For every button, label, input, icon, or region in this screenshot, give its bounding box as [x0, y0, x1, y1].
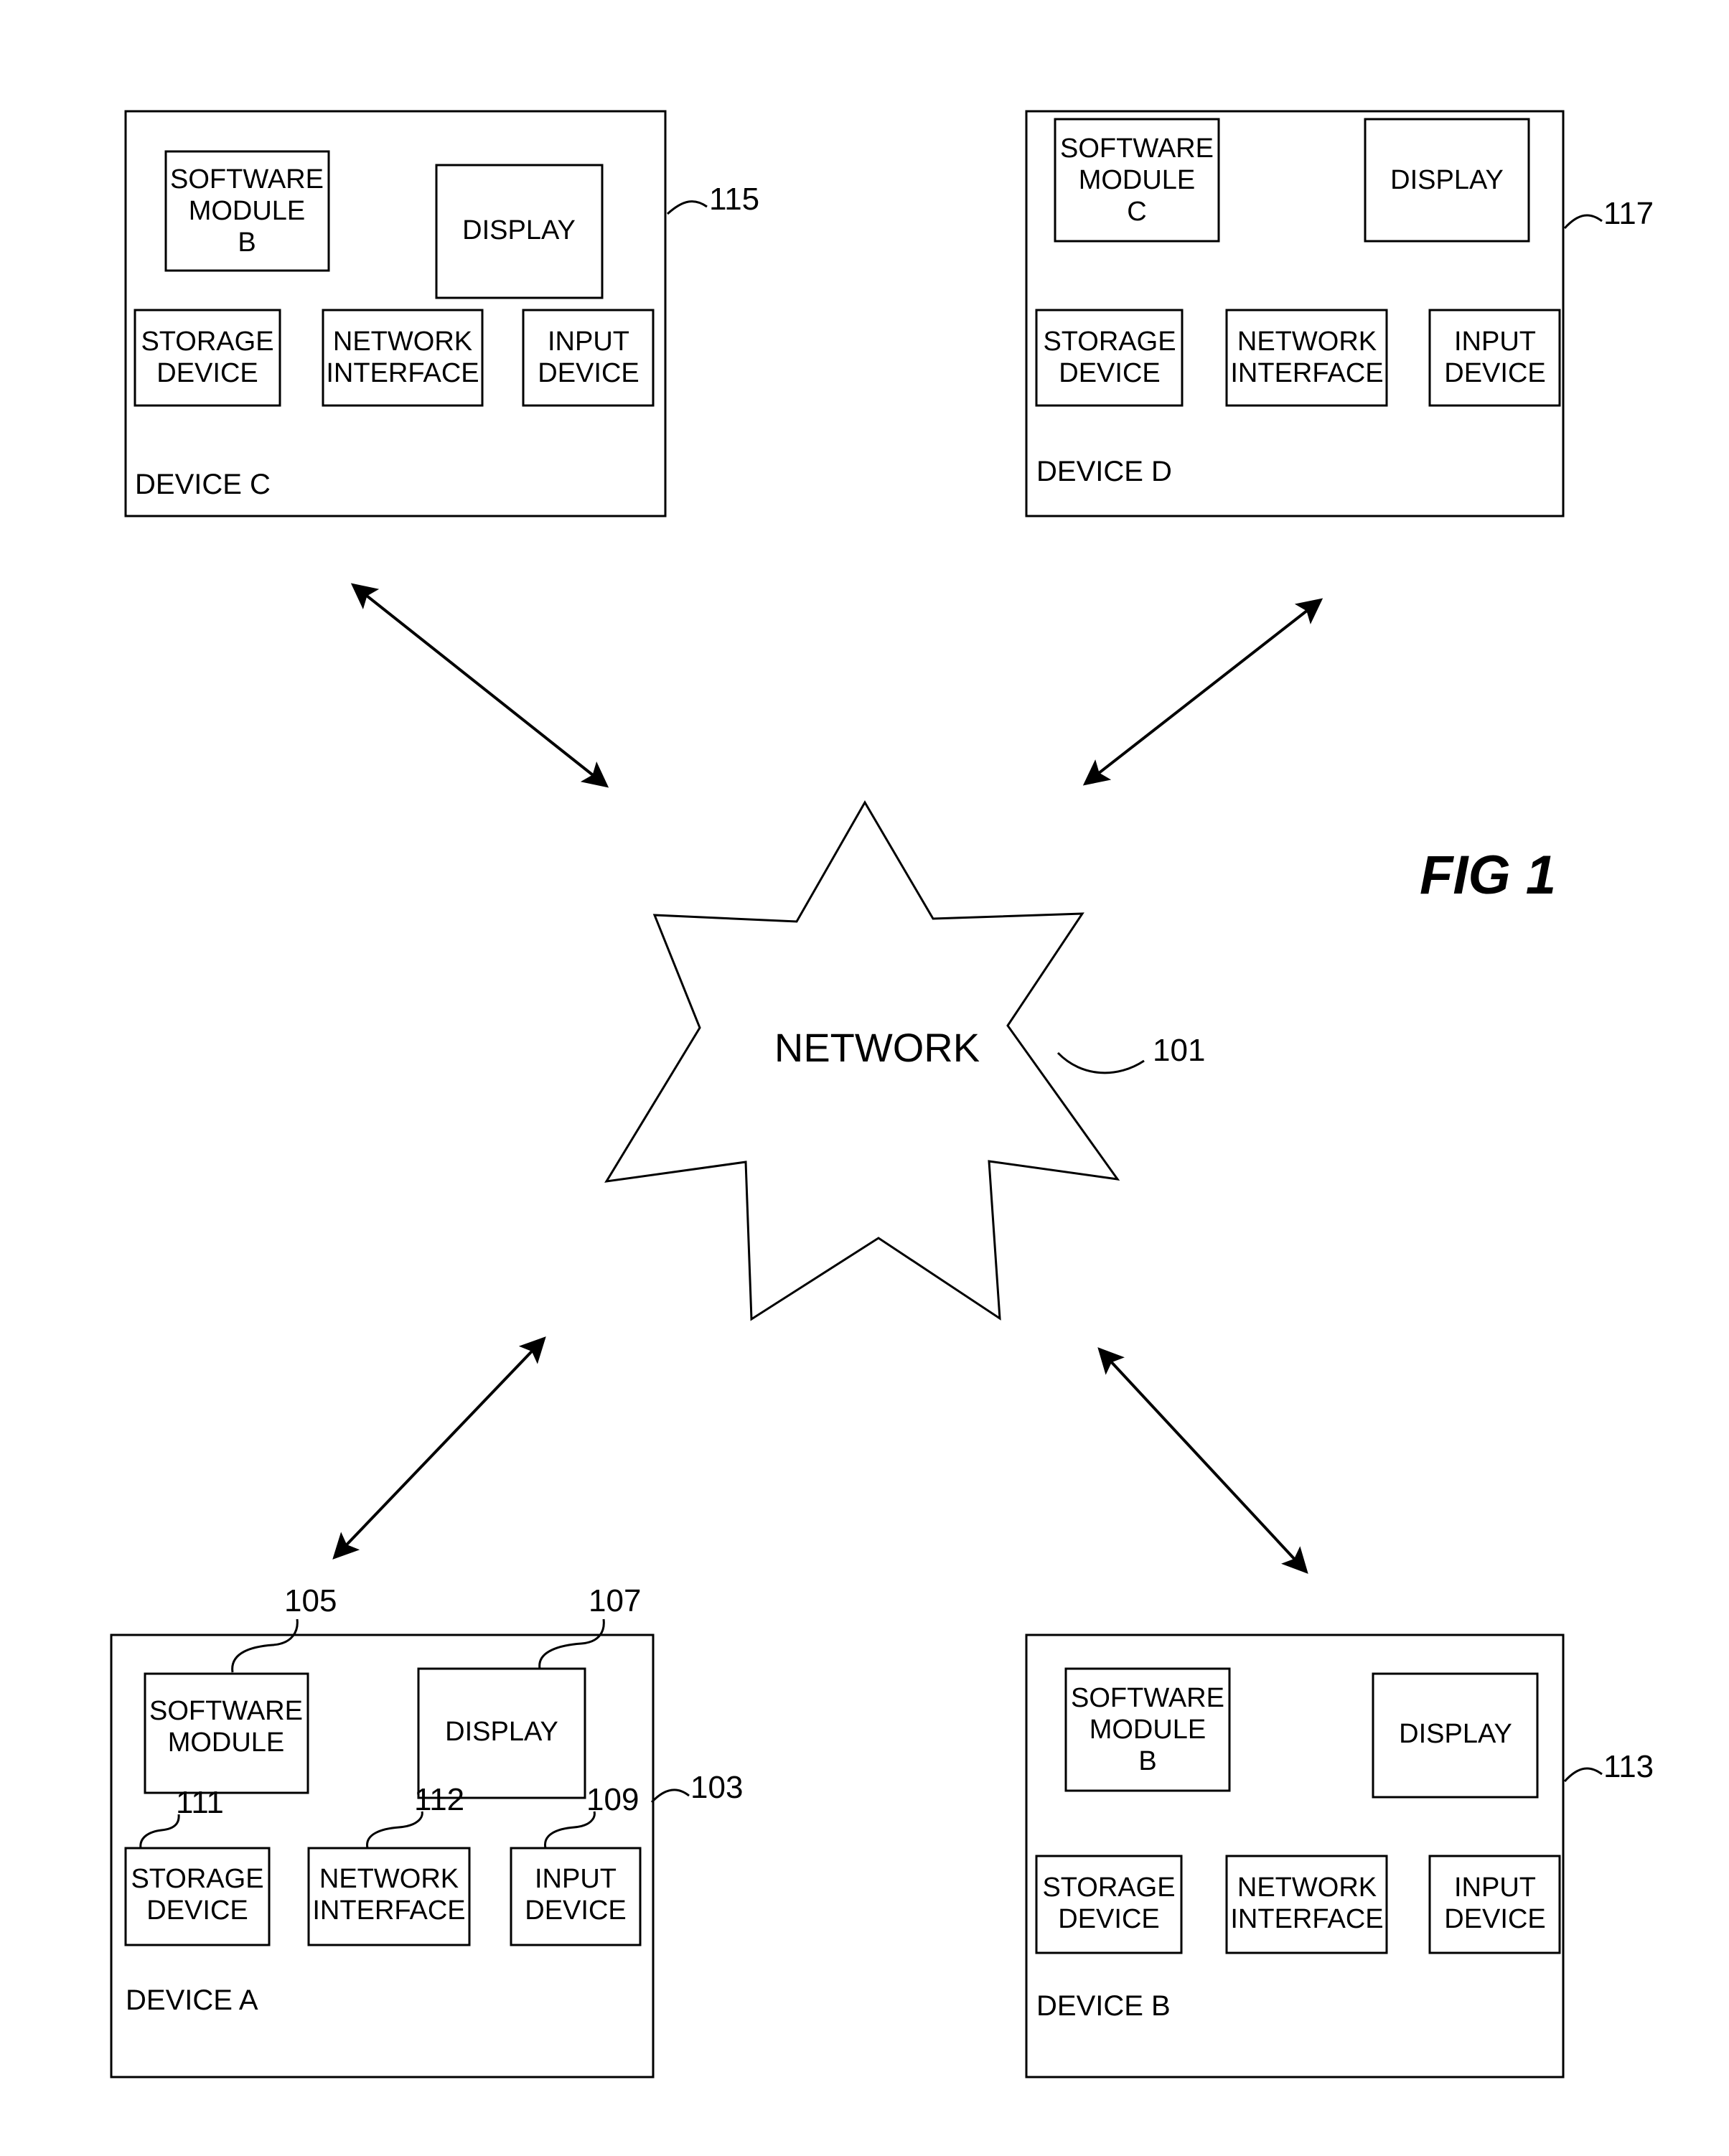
connection-network-device-a — [332, 1336, 546, 1560]
device-b-display-label: DISPLAY — [1399, 1719, 1512, 1749]
device-b-input-device-label-line2: DEVICE — [1444, 1904, 1545, 1934]
device-b-group: SOFTWARE MODULE B DISPLAY STORAGE DEVICE… — [1025, 1634, 1654, 2078]
device-a-software-module-ref-leader — [231, 1618, 299, 1673]
device-b-storage-device-label-line1: STORAGE — [1042, 1873, 1175, 1903]
device-a-input-device-label-line2: DEVICE — [525, 1895, 626, 1926]
device-d-network-interface-label-line2: INTERFACE — [1230, 358, 1383, 388]
device-a-software-module-label-line1: SOFTWARE — [149, 1696, 303, 1726]
device-c-software-module-label-line3: B — [238, 228, 256, 258]
figure-canvas: SOFTWARE MODULE B DISPLAY STORAGE DEVICE… — [110, 110, 1654, 2078]
network-ref-number: 101 — [1153, 1033, 1205, 1068]
device-d-software-module-label-line1: SOFTWARE — [1060, 133, 1214, 164]
connection-network-device-b — [1097, 1347, 1308, 1574]
device-d-name-label: DEVICE D — [1036, 456, 1172, 487]
device-a-storage-device-ref-leader — [139, 1814, 180, 1849]
device-a-display-ref-number: 107 — [589, 1583, 641, 1618]
device-a-network-interface-label-line1: NETWORK — [319, 1864, 459, 1894]
device-b-network-interface-label-line2: INTERFACE — [1230, 1904, 1383, 1934]
device-c-ref-number: 115 — [709, 182, 759, 217]
device-d-software-module-label-line3: C — [1127, 197, 1146, 227]
connection-network-device-c — [350, 583, 609, 788]
device-a-ref-number: 103 — [690, 1770, 743, 1805]
device-b-software-module-label-line3: B — [1138, 1746, 1156, 1776]
device-a-input-device-ref-number: 109 — [586, 1782, 639, 1817]
device-c-ref-leader — [666, 200, 708, 215]
device-b-storage-device-label-line2: DEVICE — [1058, 1904, 1159, 1934]
device-b-name-label: DEVICE B — [1036, 1990, 1171, 2022]
device-a-input-device-label-line1: INPUT — [535, 1864, 617, 1894]
device-d-software-module-label-line2: MODULE — [1079, 165, 1196, 195]
device-c-storage-device-label-line2: DEVICE — [156, 358, 258, 388]
device-c-software-module-label-line1: SOFTWARE — [170, 164, 324, 194]
device-b-ref-leader — [1563, 1767, 1603, 1783]
device-d-ref-leader — [1563, 214, 1603, 230]
device-c-name-label: DEVICE C — [135, 469, 271, 500]
patent-figure-page: SOFTWARE MODULE B DISPLAY STORAGE DEVICE… — [0, 0, 1729, 2156]
device-d-storage-device-label-line2: DEVICE — [1059, 358, 1160, 388]
device-c-network-interface-label-line1: NETWORK — [333, 327, 472, 357]
device-a-storage-device-label-line2: DEVICE — [146, 1895, 248, 1926]
device-c-software-module-label-line2: MODULE — [189, 196, 306, 226]
device-b-ref-number: 113 — [1603, 1749, 1654, 1784]
device-b-network-interface-label-line1: NETWORK — [1237, 1873, 1377, 1903]
device-c-storage-device-label-line1: STORAGE — [141, 327, 273, 357]
device-b-input-device-label-line1: INPUT — [1454, 1873, 1536, 1903]
connection-network-device-d — [1082, 598, 1323, 786]
figure-label: FIG 1 — [1420, 845, 1556, 906]
device-d-group: SOFTWARE MODULE C DISPLAY STORAGE DEVICE… — [1025, 110, 1654, 517]
device-d-storage-device-label-line1: STORAGE — [1043, 327, 1176, 357]
device-b-software-module-label-line2: MODULE — [1090, 1715, 1206, 1745]
device-d-ref-number: 117 — [1603, 196, 1654, 231]
device-a-storage-device-label-line1: STORAGE — [131, 1864, 263, 1894]
network-node-group: NETWORK 101 — [604, 800, 1205, 1321]
device-d-network-interface-label-line1: NETWORK — [1237, 327, 1377, 357]
device-a-software-module-ref-number: 105 — [284, 1583, 337, 1618]
device-a-network-interface-ref-number: 112 — [414, 1782, 464, 1817]
device-d-display-label: DISPLAY — [1390, 165, 1504, 195]
device-c-network-interface-label-line2: INTERFACE — [326, 358, 479, 388]
network-ref-leader — [1056, 1051, 1145, 1074]
device-a-storage-device-ref-number: 111 — [176, 1785, 224, 1820]
device-c-group: SOFTWARE MODULE B DISPLAY STORAGE DEVICE… — [124, 110, 759, 517]
device-a-display-ref-leader — [538, 1618, 605, 1669]
device-d-input-device-label-line1: INPUT — [1454, 327, 1536, 357]
device-d-input-device-label-line2: DEVICE — [1444, 358, 1545, 388]
device-b-software-module-label-line1: SOFTWARE — [1071, 1683, 1224, 1713]
device-a-display-label: DISPLAY — [445, 1717, 558, 1747]
device-c-input-device-label-line2: DEVICE — [538, 358, 639, 388]
device-a-software-module-label-line2: MODULE — [168, 1728, 285, 1758]
device-c-display-label: DISPLAY — [462, 215, 576, 245]
device-a-network-interface-label-line2: INTERFACE — [312, 1895, 465, 1926]
device-a-ref-leader — [650, 1789, 690, 1804]
device-a-name-label: DEVICE A — [126, 1984, 258, 2016]
device-a-group: SOFTWARE MODULE DISPLAY STORAGE DEVICE N… — [110, 1583, 743, 2078]
device-c-input-device-label-line1: INPUT — [548, 327, 629, 357]
network-label: NETWORK — [774, 1025, 980, 1070]
